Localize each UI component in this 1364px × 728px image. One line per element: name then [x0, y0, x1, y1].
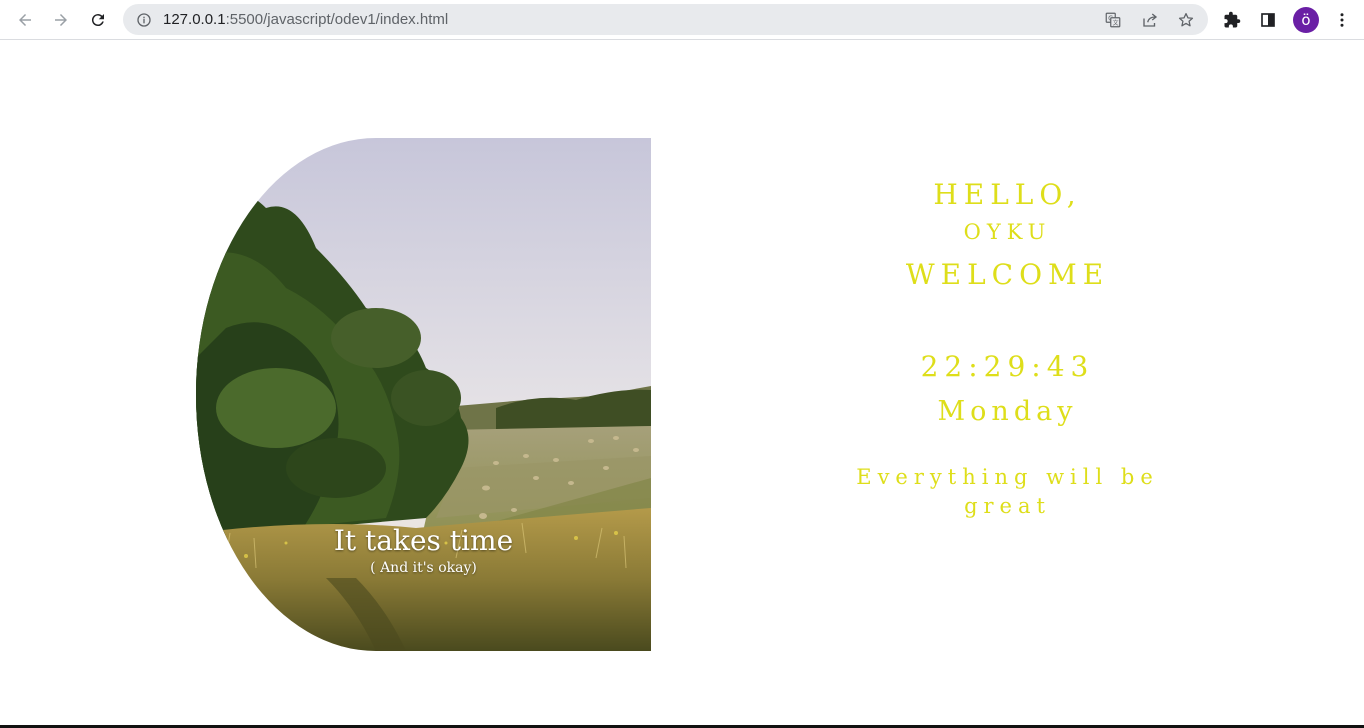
- reload-icon: [91, 14, 104, 27]
- clock-day: Monday: [937, 396, 1078, 427]
- user-name: OYKU: [963, 220, 1052, 244]
- hello-heading: HELLO,: [933, 178, 1082, 211]
- photo-caption-main: It takes time: [333, 524, 514, 557]
- reload-button[interactable]: [84, 6, 112, 34]
- photo-caption-sub: ( And it's okay): [370, 560, 477, 576]
- forward-button[interactable]: [47, 6, 75, 34]
- side-panel-icon: [1261, 13, 1275, 27]
- welcome-heading: WELCOME: [905, 258, 1110, 291]
- site-info-button[interactable]: [135, 11, 152, 28]
- landscape-photo: It takes time ( And it's okay): [196, 138, 651, 651]
- back-button[interactable]: [11, 6, 39, 34]
- clock-time: 22:29:43: [920, 350, 1095, 383]
- info-icon: [136, 12, 151, 27]
- arrow-left-icon: [19, 14, 31, 26]
- side-panel-button[interactable]: [1256, 8, 1280, 32]
- motto-text: Everything will be great: [856, 465, 1159, 518]
- profile-avatar-button[interactable]: ö: [1293, 7, 1319, 33]
- url-text[interactable]: 127.0.0.1:5500/javascript/odev1/index.ht…: [163, 11, 448, 28]
- browser-menu-button[interactable]: [1330, 8, 1354, 32]
- arrow-right-icon: [55, 14, 67, 26]
- url-host: 127.0.0.1: [163, 11, 226, 28]
- kebab-menu-icon: [1340, 13, 1344, 27]
- greeting-panel: HELLO, OYKU WELCOME 22:29:43 Monday Ever…: [760, 0, 1255, 728]
- url-path: :5500/javascript/odev1/index.html: [225, 11, 449, 28]
